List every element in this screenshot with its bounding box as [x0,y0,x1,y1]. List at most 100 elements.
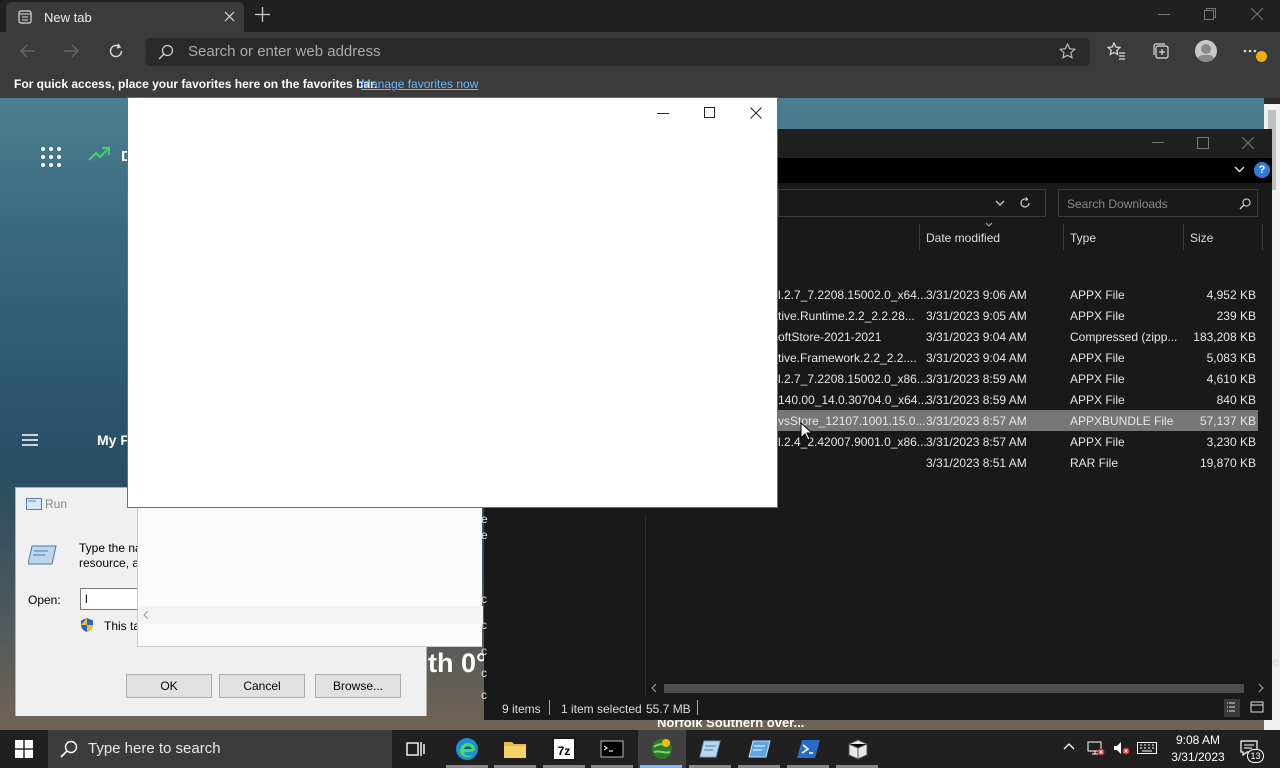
file-row[interactable]: tive.Runtime.2.2_2.2.28... 3/31/2023 9:0… [778,305,1258,326]
tab-new-tab[interactable]: New tab [6,2,244,32]
file-size: 3,230 KB [1206,435,1256,449]
file-row[interactable]: tive.Framework.2.2_2.2.... 3/31/2023 9:0… [778,347,1258,368]
file-name: oftStore-2021-2021 [778,330,882,344]
back-icon[interactable] [20,44,36,58]
keyboard-icon[interactable] [1137,742,1157,754]
profile-avatar[interactable] [1195,40,1217,62]
browser-minimize-icon[interactable] [1158,14,1170,16]
run-description-line1: Type the na [79,541,142,555]
trending-icon[interactable] [88,146,110,162]
explorer-refresh-icon[interactable] [1019,197,1031,209]
explorer-close-icon[interactable] [1242,137,1254,149]
scroll-left-arrow-icon[interactable] [651,683,657,693]
address-bar[interactable]: Search or enter web address [146,38,1090,66]
column-divider [919,224,920,250]
status-selected-count: 1 item selected [561,702,642,716]
favorite-star-icon[interactable] [1059,43,1076,60]
show-hidden-icons-chevron-icon[interactable] [1063,742,1075,750]
globe-app-icon[interactable] [650,737,674,761]
network-icon[interactable] [1087,740,1105,756]
window-app-icon[interactable] [748,737,772,761]
clock-date[interactable]: 3/31/2023 [1166,750,1230,764]
file-name: l.2.7_7.2208.15002.0_x64... [778,288,927,302]
edge-browser-icon[interactable] [455,737,479,761]
scroll-right-arrow-icon[interactable] [1258,683,1264,693]
help-icon[interactable]: ? [1254,162,1270,178]
file-row[interactable]: l.2.7_7.2208.15002.0_x64... 3/31/2023 9:… [778,284,1258,305]
my-feed-tab[interactable]: My F [97,432,129,448]
new-tab-plus-icon[interactable] [255,7,270,22]
file-row[interactable]: 140.00_14.0.30704.0_x64... 3/31/2023 8:5… [778,389,1258,410]
run-dialog-taskbar-icon[interactable] [699,737,723,761]
file-type: APPX File [1070,351,1125,365]
file-type: Compressed (zipp... [1070,330,1178,344]
file-name: 140.00_14.0.30704.0_x64... [778,393,928,407]
background-window-scrollbar[interactable] [138,606,483,624]
refresh-icon[interactable] [108,43,124,59]
favorites-icon[interactable] [1107,42,1125,60]
file-size: 5,083 KB [1206,351,1256,365]
apps-grid-icon[interactable] [40,146,62,168]
large-icons-view-icon[interactable] [1250,700,1264,714]
ribbon-expand-chevron-icon[interactable] [1234,166,1245,173]
popup-close-icon[interactable] [750,107,762,119]
scroll-left-arrow-icon[interactable] [143,610,149,620]
open-input[interactable]: l [80,588,140,610]
file-explorer-icon[interactable] [503,737,527,761]
partial-letter: c [481,666,487,680]
command-prompt-icon[interactable] [600,737,624,761]
file-row[interactable]: l.2.7_7.2208.15002.0_x86... 3/31/2023 8:… [778,368,1258,389]
collections-icon[interactable] [1152,42,1170,60]
browser-close-icon[interactable] [1251,8,1263,20]
hamburger-menu-icon[interactable] [22,434,38,446]
file-size: 19,870 KB [1199,456,1256,470]
partial-letter-right: e [1272,654,1280,669]
details-view-icon[interactable] [1224,699,1240,717]
clock-time[interactable]: 9:08 AM [1170,733,1226,747]
ok-button[interactable]: OK [126,674,212,698]
volume-icon[interactable] [1113,741,1131,755]
browse-button[interactable]: Browse... [315,674,401,698]
run-description-line2: resource, a [79,556,140,570]
run-title-icon [26,498,42,510]
file-row[interactable]: l.2.4_2.42007.9001.0_x86... 3/31/2023 8:… [778,431,1258,452]
forward-icon[interactable] [63,44,79,58]
taskbar-search-box[interactable]: Type here to search [48,730,392,768]
popup-maximize-icon[interactable] [704,107,716,119]
search-downloads-box[interactable]: Search Downloads [1058,189,1258,217]
explorer-maximize-icon[interactable] [1197,137,1209,149]
path-history-chevron-icon[interactable] [995,200,1005,206]
file-date: 3/31/2023 9:06 AM [926,288,1027,302]
close-tab-icon[interactable] [224,11,235,22]
file-row[interactable]: oftStore-2021-2021 3/31/2023 9:04 AM Com… [778,326,1258,347]
manage-favorites-link[interactable]: Manage favorites now [361,77,478,91]
file-date: 3/31/2023 8:59 AM [926,372,1027,386]
file-type: APPX File [1070,393,1125,407]
package-installer-icon[interactable] [846,737,870,761]
file-name: tive.Framework.2.2_2.2.... [778,351,917,365]
powershell-icon[interactable] [797,737,821,761]
column-header-type[interactable]: Type [1070,231,1096,245]
file-date: 3/31/2023 9:04 AM [926,351,1027,365]
file-row-selected[interactable]: vsStore_12107.1001.15.0... 3/31/2023 8:5… [778,410,1258,431]
browser-restore-icon[interactable] [1204,8,1216,20]
explorer-minimize-icon[interactable] [1152,142,1164,144]
popup-minimize-icon[interactable] [657,113,669,115]
horizontal-scrollbar[interactable] [646,680,1270,697]
file-row[interactable]: 3/31/2023 8:51 AM RAR File 19,870 KB [778,452,1258,473]
start-windows-icon[interactable] [15,740,33,758]
task-view-icon[interactable] [404,737,428,761]
taskbar-search-placeholder: Type here to search [88,740,221,757]
file-type: APPX File [1070,309,1125,323]
status-divider [697,700,698,715]
file-date: 3/31/2023 8:57 AM [926,414,1027,428]
settings-more-icon[interactable] [1243,49,1257,53]
open-input-value: l [85,592,88,606]
column-header-date[interactable]: Date modified [926,231,1000,245]
column-header-size[interactable]: Size [1190,231,1213,245]
file-size: 840 KB [1216,393,1256,407]
cancel-button[interactable]: Cancel [219,674,305,698]
address-path-box[interactable] [778,189,1046,217]
status-selected-size: 55.7 MB [646,702,691,716]
7zip-icon[interactable]: 7z [552,737,576,761]
